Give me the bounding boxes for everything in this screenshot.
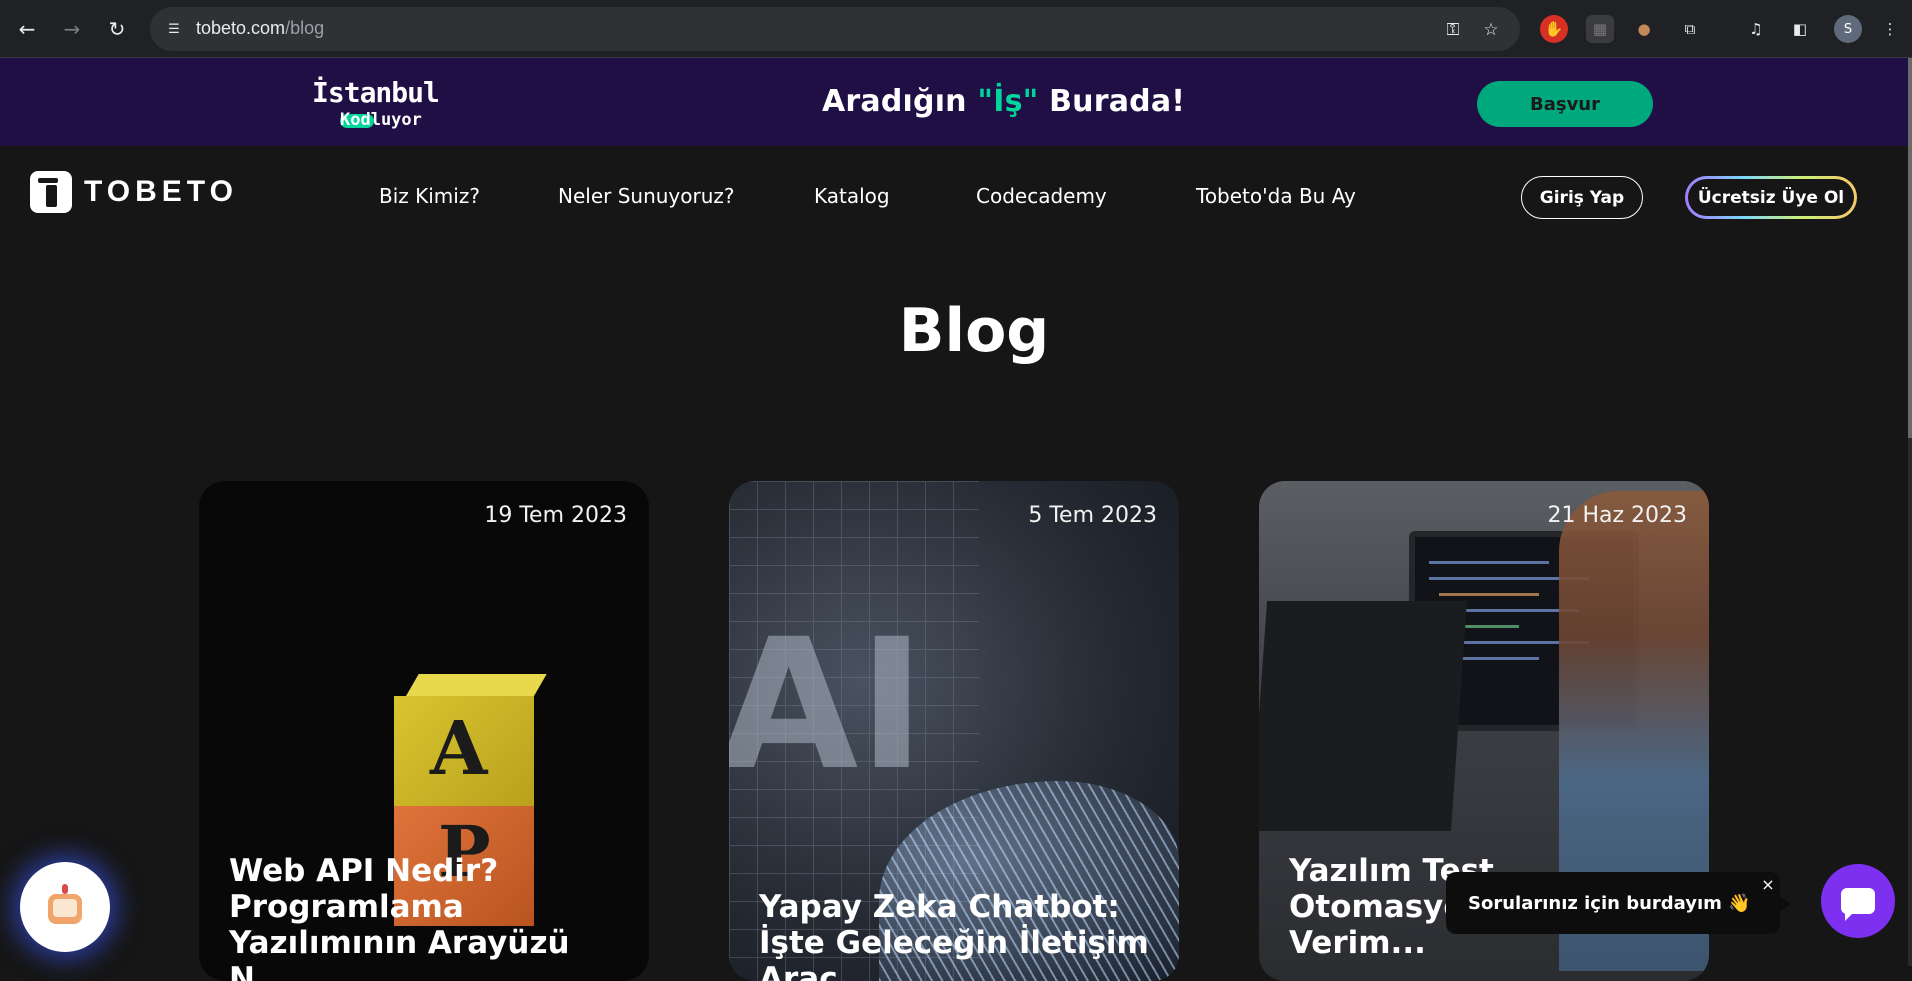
apply-button[interactable]: Başvur	[1477, 81, 1653, 127]
url-path: /blog	[285, 18, 325, 38]
profile-avatar-icon[interactable]: S	[1834, 15, 1862, 43]
close-icon[interactable]: ×	[1756, 872, 1780, 896]
nav-codecademy[interactable]: Codecademy	[976, 184, 1107, 208]
blog-card-title[interactable]: Yapay Zeka Chatbot: İşte Geleceğin İleti…	[759, 889, 1159, 981]
site-settings-icon[interactable]: ☰	[162, 17, 186, 41]
istanbul-kodluyor-logo[interactable]: İstanbul Kodluyor	[312, 76, 452, 132]
nav-katalog[interactable]: Katalog	[814, 184, 890, 208]
laptop-image	[1259, 601, 1468, 831]
scrollbar-thumb[interactable]	[1908, 58, 1912, 438]
promo-headline: Aradığın "İş" Burada!	[822, 84, 1185, 119]
chat-tooltip: Sorularınız için burdayım 👋	[1446, 872, 1790, 934]
forward-arrow-icon[interactable]: →	[57, 14, 87, 44]
login-button[interactable]: Giriş Yap	[1521, 176, 1643, 219]
headline-quote: "İş"	[977, 84, 1039, 119]
extension-icon[interactable]: ▦	[1586, 15, 1614, 43]
media-control-icon[interactable]: ♫	[1742, 15, 1770, 43]
nav-neler-sunuyoruz[interactable]: Neler Sunuyoruz?	[558, 184, 735, 208]
tobeto-logo[interactable]: TOBETO	[30, 171, 238, 213]
password-key-icon[interactable]: ⚿	[1440, 17, 1466, 43]
url-host: tobeto.com	[196, 18, 286, 38]
page-title: Blog	[898, 296, 1050, 366]
robot-icon	[42, 884, 88, 930]
blog-card-date: 5 Tem 2023	[1028, 503, 1157, 528]
logo-line2: Kodluyor	[340, 110, 422, 130]
url-text[interactable]: tobeto.com/blog	[196, 18, 324, 39]
blog-card-title[interactable]: Web API Nedir? Programlama Yazılımının A…	[229, 853, 629, 981]
headline-pre: Aradığın	[822, 84, 978, 119]
chat-button[interactable]	[1821, 864, 1895, 938]
more-menu-icon[interactable]: ⋮	[1876, 15, 1904, 43]
blog-card-date: 21 Haz 2023	[1547, 503, 1687, 528]
block-a: A	[394, 674, 547, 806]
tobeto-logo-mark-icon	[30, 171, 72, 213]
back-arrow-icon[interactable]: ←	[12, 14, 42, 44]
blog-card[interactable]: A P 19 Tem 2023 Web API Nedir? Programla…	[199, 481, 649, 981]
reload-icon[interactable]: ↻	[102, 14, 132, 44]
assistant-robot-button[interactable]	[20, 862, 110, 952]
browser-toolbar: ← → ↻ ☰ tobeto.com/blog ⚿ ☆ ✋ ▦ ● ⧉ ♫ ◧ …	[0, 0, 1912, 58]
ai-letters-image: AI	[729, 601, 926, 810]
puzzle-extensions-icon[interactable]: ⧉	[1676, 15, 1704, 43]
side-panel-icon[interactable]: ◧	[1786, 15, 1814, 43]
chat-bubble-icon	[1841, 888, 1875, 921]
nav-biz-kimiz[interactable]: Biz Kimiz?	[379, 184, 480, 208]
blog-card[interactable]: AI 5 Tem 2023 Yapay Zeka Chatbot: İşte G…	[729, 481, 1179, 981]
logo-line1: İstanbul	[312, 76, 440, 109]
address-bar[interactable]: ☰ tobeto.com/blog ⚿ ☆	[150, 7, 1520, 51]
blog-card-date: 19 Tem 2023	[484, 503, 627, 528]
signup-button[interactable]: Ücretsiz Üye Ol	[1685, 176, 1857, 219]
nav-tobeto-bu-ay[interactable]: Tobeto'da Bu Ay	[1196, 184, 1356, 208]
extension-icon[interactable]: ✋	[1540, 15, 1568, 43]
block-letter: A	[430, 706, 488, 792]
bookmark-star-icon[interactable]: ☆	[1478, 17, 1504, 43]
tobeto-logo-text: TOBETO	[84, 175, 238, 208]
headline-post: Burada!	[1038, 84, 1186, 119]
signup-label: Ücretsiz Üye Ol	[1688, 179, 1854, 216]
extension-icon[interactable]: ●	[1630, 15, 1658, 43]
